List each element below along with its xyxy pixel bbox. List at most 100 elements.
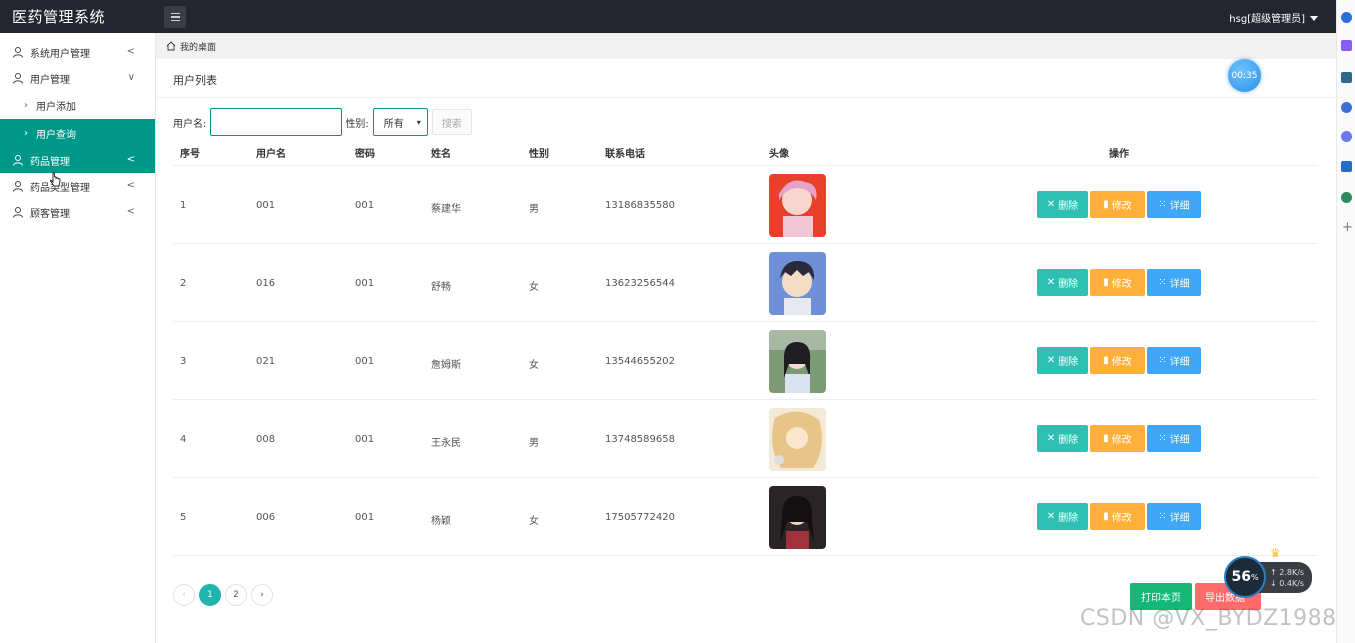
user-icon: [13, 155, 23, 166]
delete-button[interactable]: ✕ 删除: [1037, 503, 1088, 530]
gender-select[interactable]: 所有 ▾: [372, 108, 428, 136]
sidebar-item-drug-type-management[interactable]: 药品类型管理 <: [0, 173, 155, 199]
breadcrumb-home[interactable]: 我的桌面: [180, 40, 216, 53]
cell-username: 001: [256, 200, 276, 211]
delete-label: 删除: [1058, 435, 1079, 446]
outlook-icon[interactable]: [1341, 161, 1352, 172]
hamburger-icon: [170, 12, 180, 15]
edit-button[interactable]: ▮ 修改: [1090, 347, 1145, 374]
home-icon[interactable]: [166, 41, 176, 51]
usage-percent: 56: [1231, 569, 1251, 585]
detail-button[interactable]: ⁙ 详细: [1147, 347, 1201, 374]
header-gender: 性别: [529, 149, 549, 160]
add-icon[interactable]: +: [1342, 220, 1353, 235]
search-button[interactable]: 搜索: [431, 109, 472, 135]
close-icon: ✕: [1046, 199, 1056, 210]
detail-button[interactable]: ⁙ 详细: [1147, 269, 1201, 296]
edit-button[interactable]: ▮ 修改: [1090, 425, 1145, 452]
cell-gender: 女: [529, 282, 539, 293]
sidebar-item-user-management[interactable]: 用户管理 ∨: [0, 65, 155, 91]
sidebar-item-label: 顾客管理: [30, 208, 70, 220]
sidebar: 系统用户管理 < 用户管理 ∨ › 用户添加 › 用户查询 药品管理 < 药品类…: [0, 33, 156, 643]
next-page-button[interactable]: ›: [251, 584, 273, 606]
header-password: 密码: [355, 149, 375, 160]
cell-password: 001: [355, 434, 375, 445]
sparkle-icon[interactable]: [1341, 40, 1352, 51]
edit-icon: ▮: [1103, 277, 1109, 288]
upload-speed: ↑ 2.8K/s: [1270, 568, 1305, 577]
edit-button[interactable]: ▮ 修改: [1090, 191, 1145, 218]
menu-toggle-button[interactable]: [164, 6, 186, 28]
avatar: [769, 330, 826, 393]
detail-button[interactable]: ⁙ 详细: [1147, 425, 1201, 452]
user-icon: [13, 73, 23, 84]
username-input[interactable]: [210, 108, 343, 136]
tree-icon[interactable]: [1341, 192, 1352, 203]
detail-button[interactable]: ⁙ 详细: [1147, 503, 1201, 530]
watermark: CSDN @VX_BYDZ1988: [1080, 606, 1337, 631]
prev-page-button[interactable]: ‹: [173, 584, 195, 606]
search-bar: 用户名: 性别: 所有 ▾ 搜索: [173, 108, 472, 136]
sidebar-subitem-user-add[interactable]: › 用户添加: [0, 91, 155, 119]
sidebar-item-drug-management[interactable]: 药品管理 <: [0, 147, 155, 173]
user-icon: [13, 207, 23, 218]
breadcrumb: 我的桌面: [156, 33, 1336, 59]
delete-button[interactable]: ✕ 删除: [1037, 347, 1088, 374]
header-username: 用户名: [256, 149, 286, 160]
cell-no: 4: [180, 434, 187, 445]
toolbox-icon[interactable]: [1341, 72, 1352, 83]
edit-label: 修改: [1111, 513, 1132, 524]
copilot-icon[interactable]: [1341, 131, 1352, 142]
cell-phone: 13623256544: [605, 278, 675, 289]
user-table: 序号 用户名 密码 姓名 性别 联系电话 头像 操作 1 001 001 蔡建华…: [173, 139, 1318, 556]
search-icon[interactable]: [1341, 12, 1352, 23]
cell-username: 021: [256, 356, 276, 367]
user-menu[interactable]: hsg[超级管理员]: [1229, 10, 1318, 25]
edit-label: 修改: [1111, 357, 1132, 368]
sidebar-subitem-label: 用户查询: [36, 129, 76, 141]
sidebar-item-system-users[interactable]: 系统用户管理 <: [0, 39, 155, 65]
usage-dial: 56%: [1224, 556, 1266, 598]
sidebar-subitem-user-query[interactable]: › 用户查询: [0, 119, 155, 147]
cell-password: 001: [355, 512, 375, 523]
row-actions: ✕ 删除 ▮ 修改 ⁙ 详细: [1037, 269, 1201, 296]
gender-label: 性别:: [345, 118, 369, 130]
edit-button[interactable]: ▮ 修改: [1090, 269, 1145, 296]
person-icon[interactable]: [1341, 102, 1352, 113]
delete-button[interactable]: ✕ 删除: [1037, 191, 1088, 218]
close-icon: ✕: [1046, 433, 1056, 444]
header-no: 序号: [180, 149, 200, 160]
delete-button[interactable]: ✕ 删除: [1037, 425, 1088, 452]
user-name: hsg[超级管理员]: [1229, 14, 1305, 25]
sidebar-item-label: 药品管理: [30, 156, 70, 168]
cell-name: 蔡建华: [431, 204, 461, 215]
row-actions: ✕ 删除 ▮ 修改 ⁙ 详细: [1037, 191, 1201, 218]
edit-icon: ▮: [1103, 355, 1109, 366]
page-title: 用户列表: [173, 74, 217, 87]
cell-phone: 13748589658: [605, 434, 675, 445]
header-phone: 联系电话: [605, 149, 645, 160]
page-button[interactable]: 2: [225, 584, 247, 606]
edit-icon: ▮: [1103, 433, 1109, 444]
cell-phone: 17505772420: [605, 512, 675, 523]
cell-username: 016: [256, 278, 276, 289]
detail-label: 详细: [1169, 513, 1190, 524]
network-monitor-widget[interactable]: ♛ 56% ↑ 2.8K/s ↓ 0.4K/s: [1224, 546, 1312, 598]
detail-button[interactable]: ⁙ 详细: [1147, 191, 1201, 218]
delete-button[interactable]: ✕ 删除: [1037, 269, 1088, 296]
sidebar-subitem-label: 用户添加: [36, 101, 76, 113]
edit-button[interactable]: ▮ 修改: [1090, 503, 1145, 530]
page-button[interactable]: 1: [199, 584, 221, 606]
cell-password: 001: [355, 356, 375, 367]
edit-label: 修改: [1111, 435, 1132, 446]
cell-no: 3: [180, 356, 187, 367]
detail-label: 详细: [1169, 279, 1190, 290]
row-actions: ✕ 删除 ▮ 修改 ⁙ 详细: [1037, 425, 1201, 452]
delete-label: 删除: [1058, 201, 1079, 212]
cell-username: 008: [256, 434, 276, 445]
detail-label: 详细: [1169, 435, 1190, 446]
sidebar-item-customer-management[interactable]: 顾客管理 <: [0, 199, 155, 225]
cell-gender: 女: [529, 516, 539, 527]
app-title: 医药管理系统: [12, 8, 106, 26]
pagination: ‹ 1 2 ›: [173, 584, 273, 606]
